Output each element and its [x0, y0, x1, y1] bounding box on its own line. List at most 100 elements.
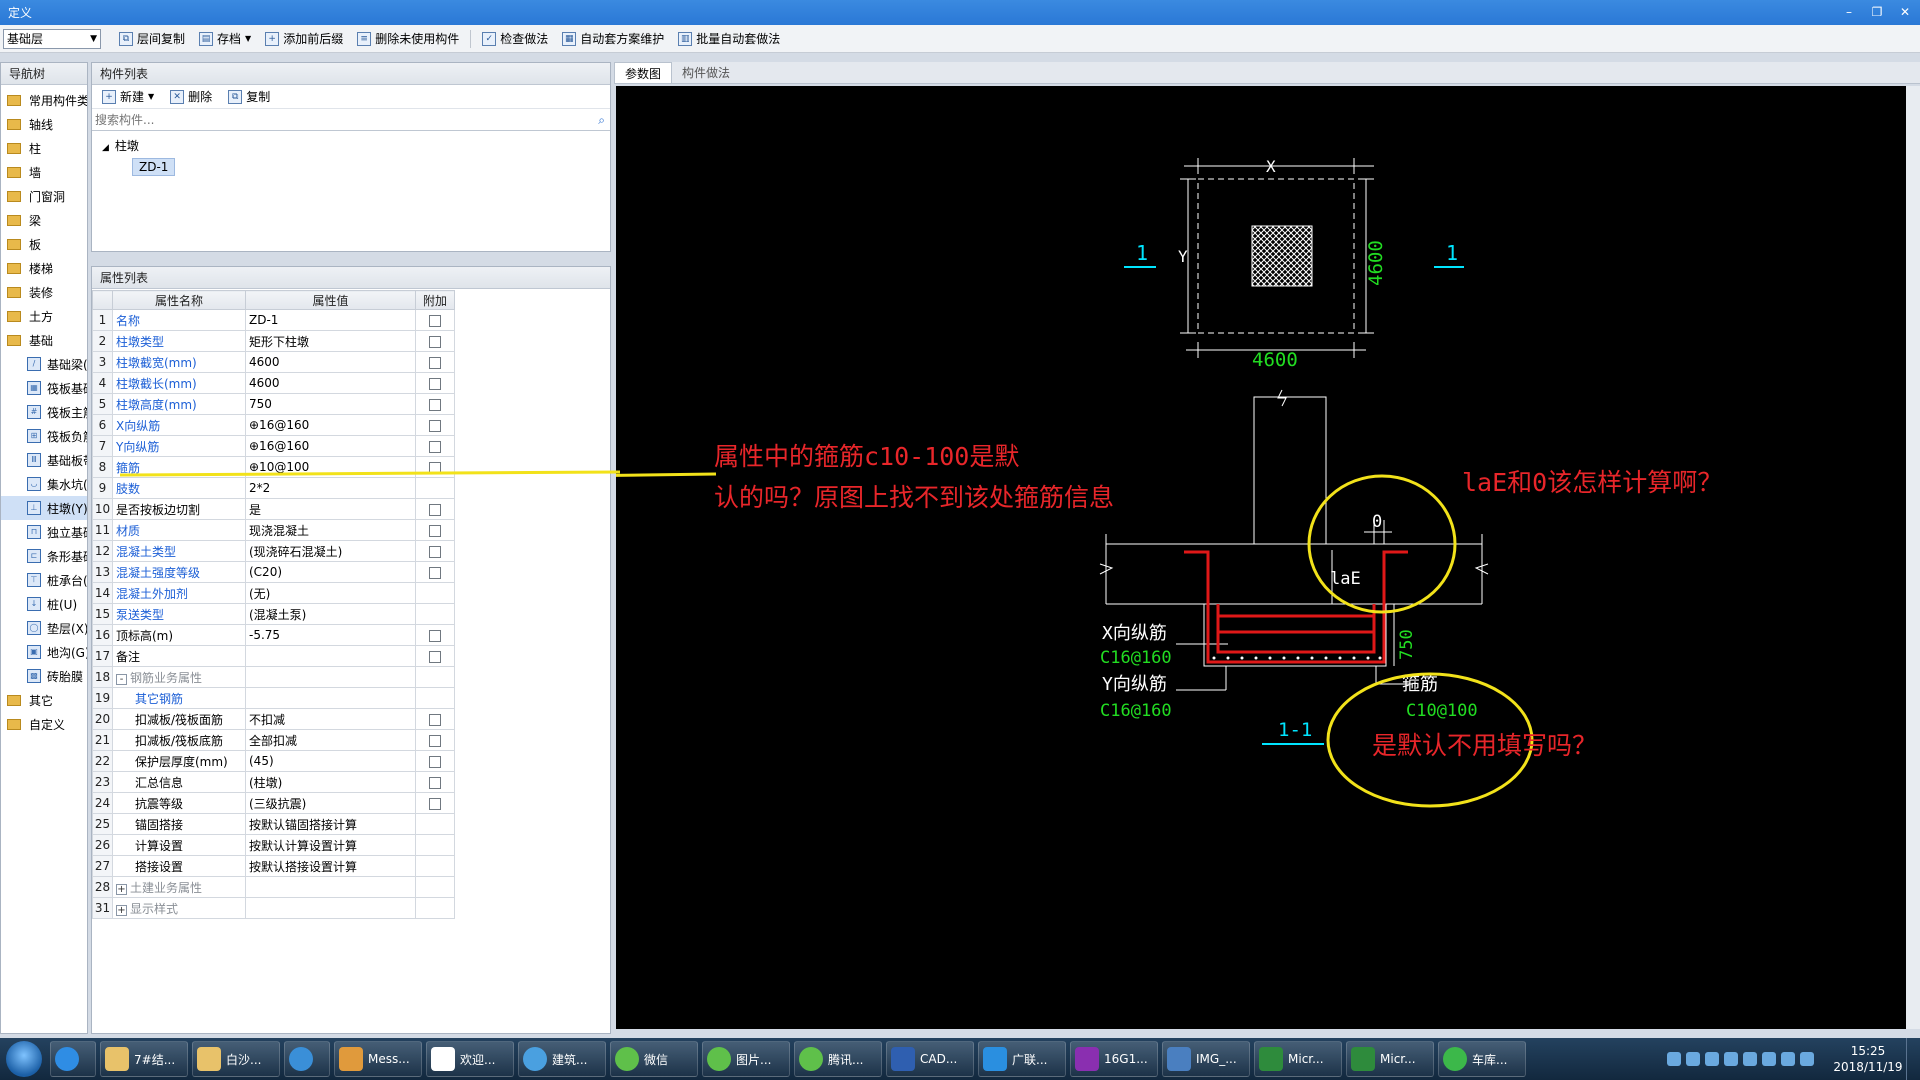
property-value[interactable]: 按默认计算设置计算: [245, 834, 416, 856]
collapse-triangle-icon[interactable]: ◢: [102, 143, 109, 153]
taskbar-item-3[interactable]: 欢迎...: [426, 1041, 514, 1077]
property-row[interactable]: 15 泵送类型 (混凝土泵): [92, 603, 455, 625]
property-value[interactable]: 是: [245, 498, 416, 520]
taskbar-item-11[interactable]: IMG_...: [1162, 1041, 1250, 1077]
property-row[interactable]: 4 柱墩截长(mm) 4600: [92, 372, 455, 394]
property-row[interactable]: 23 汇总信息 (柱墩): [92, 771, 455, 793]
nav-subitem-slab-strip[interactable]: Ⅲ基础板带(W): [1, 448, 87, 472]
property-value[interactable]: [245, 645, 416, 667]
extra-checkbox[interactable]: [429, 356, 441, 369]
taskbar-item-2[interactable]: Mess...: [334, 1041, 422, 1077]
property-value[interactable]: [245, 666, 416, 688]
nav-subitem-raft-neg-rebar[interactable]: ⊞筏板负筋(X): [1, 424, 87, 448]
property-row[interactable]: 3 柱墩截宽(mm) 4600: [92, 351, 455, 373]
property-row[interactable]: 11 材质 现浇混凝土: [92, 519, 455, 541]
parameter-canvas[interactable]: X Y 4600 4600 1 1 0 laE 750 X向纵筋 C16@160…: [499, 86, 1920, 1029]
drawing-scrollbar[interactable]: [1906, 86, 1920, 1029]
nav-subitem-isolated-footing[interactable]: ⊓独立基础(D): [1, 520, 87, 544]
extra-checkbox[interactable]: [429, 650, 441, 663]
taskbar-item-13[interactable]: Micr...: [1346, 1041, 1434, 1077]
minimize-icon[interactable]: –: [1838, 3, 1860, 21]
nav-subitem-brick-form[interactable]: ▩ 砖胎膜: [1, 664, 87, 688]
nav-item-beam[interactable]: 梁: [1, 208, 87, 232]
user-icon[interactable]: [1724, 1052, 1738, 1066]
property-row[interactable]: 12 混凝土类型 (现浇碎石混凝土): [92, 540, 455, 562]
nav-subitem-raft-main-rebar[interactable]: #筏板主筋(R): [1, 400, 87, 424]
browser-tray-icon[interactable]: [1743, 1052, 1757, 1066]
component-search-input[interactable]: [92, 111, 610, 129]
property-row[interactable]: 24 抗震等级 (三级抗震): [92, 792, 455, 814]
taskbar-item-12[interactable]: Micr...: [1254, 1041, 1342, 1077]
property-value[interactable]: (混凝土泵): [245, 603, 416, 625]
batch-auto-button[interactable]: ▥ 批量自动套做法: [672, 28, 786, 50]
property-row[interactable]: 17 备注: [92, 645, 455, 667]
nav-item-custom[interactable]: 自定义: [1, 712, 87, 736]
property-value[interactable]: [245, 897, 416, 919]
extra-checkbox[interactable]: [429, 398, 441, 411]
property-row[interactable]: 7 Y向纵筋 ⊕16@160: [92, 435, 455, 457]
tree-node-zd1[interactable]: ZD-1: [132, 158, 176, 176]
nav-item-common[interactable]: 常用构件类型: [1, 88, 87, 112]
taskbar-item-0[interactable]: 7#结...: [100, 1041, 188, 1077]
property-value[interactable]: 按默认锚固搭接计算: [245, 813, 416, 835]
nav-subitem-pile-cap[interactable]: ⊤桩承台(V): [1, 568, 87, 592]
nav-item-earthwork[interactable]: 土方: [1, 304, 87, 328]
expand-icon[interactable]: +: [116, 904, 127, 916]
nav-subitem-pile[interactable]: ↓ 桩(U): [1, 592, 87, 616]
extra-checkbox[interactable]: [429, 734, 441, 747]
property-row[interactable]: 21 扣减板/筏板底筋 全部扣减: [92, 729, 455, 751]
property-value[interactable]: [245, 687, 416, 709]
property-value[interactable]: ⊕16@160: [245, 435, 416, 457]
property-value[interactable]: -5.75: [245, 624, 416, 646]
collapse-icon[interactable]: -: [116, 673, 127, 685]
check-method-button[interactable]: ✓ 检查做法: [476, 28, 554, 50]
wechat-tray-icon[interactable]: [1762, 1052, 1776, 1066]
nav-item-stair[interactable]: 楼梯: [1, 256, 87, 280]
copy-between-floors-button[interactable]: ⧉ 层间复制: [113, 28, 191, 50]
property-value[interactable]: 4600: [245, 372, 416, 394]
nav-subitem-cushion[interactable]: ◯ 垫层(X): [1, 616, 87, 640]
extra-checkbox[interactable]: [429, 377, 441, 390]
network-icon[interactable]: [1781, 1052, 1795, 1066]
nav-subitem-strip-footing[interactable]: ⊏条形基础(T): [1, 544, 87, 568]
taskbar-item-7[interactable]: 腾讯...: [794, 1041, 882, 1077]
property-value[interactable]: (C20): [245, 561, 416, 583]
property-value[interactable]: 750: [245, 393, 416, 415]
taskbar-ie-icon[interactable]: [284, 1041, 330, 1077]
property-row[interactable]: 2 柱墩类型 矩形下柱墩: [92, 330, 455, 352]
new-component-button[interactable]: + 新建 ▼: [96, 86, 160, 108]
extra-checkbox[interactable]: [429, 419, 441, 432]
property-row[interactable]: 31 + 显示样式: [92, 897, 455, 919]
restore-icon[interactable]: ❐: [1866, 3, 1888, 21]
property-value[interactable]: (三级抗震): [245, 792, 416, 814]
add-prefix-suffix-button[interactable]: + 添加前后缀: [259, 28, 349, 50]
nav-subitem-raft[interactable]: ▦筏板基础(M): [1, 376, 87, 400]
property-value[interactable]: 按默认搭接设置计算: [245, 855, 416, 877]
extra-checkbox[interactable]: [429, 545, 441, 558]
property-row[interactable]: 18- 钢筋业务属性: [92, 666, 455, 688]
property-row[interactable]: 20 扣减板/筏板面筋 不扣减: [92, 708, 455, 730]
property-value[interactable]: 2*2: [245, 477, 416, 499]
taskbar-item-6[interactable]: 图片...: [702, 1041, 790, 1077]
nav-item-openings[interactable]: 门窗洞: [1, 184, 87, 208]
nav-item-column[interactable]: 柱: [1, 136, 87, 160]
close-icon[interactable]: ✕: [1894, 3, 1916, 21]
property-row[interactable]: 19 其它钢筋: [92, 687, 455, 709]
nav-item-slab[interactable]: 板: [1, 232, 87, 256]
delete-component-button[interactable]: ✕ 删除: [164, 86, 218, 108]
nav-subitem-trench[interactable]: ▣ 地沟(G): [1, 640, 87, 664]
property-row[interactable]: 9 肢数 2*2: [92, 477, 455, 499]
keyboard-icon[interactable]: [1667, 1052, 1681, 1066]
security-icon[interactable]: [1705, 1052, 1719, 1066]
property-row[interactable]: 22 保护层厚度(mm) (45): [92, 750, 455, 772]
nav-item-foundation[interactable]: 基础: [1, 328, 87, 352]
tab-component-method[interactable]: 构件做法: [672, 62, 740, 83]
volume-icon[interactable]: [1800, 1052, 1814, 1066]
start-button[interactable]: [6, 1041, 42, 1077]
delete-unused-button[interactable]: ≡ 删除未使用构件: [351, 28, 465, 50]
property-row[interactable]: 6 X向纵筋 ⊕16@160: [92, 414, 455, 436]
extra-checkbox[interactable]: [429, 524, 441, 537]
tree-node-pier[interactable]: ◢ 柱墩: [92, 133, 610, 154]
property-value[interactable]: (现浇碎石混凝土): [245, 540, 416, 562]
auto-scheme-button[interactable]: ▦ 自动套方案维护: [556, 28, 670, 50]
